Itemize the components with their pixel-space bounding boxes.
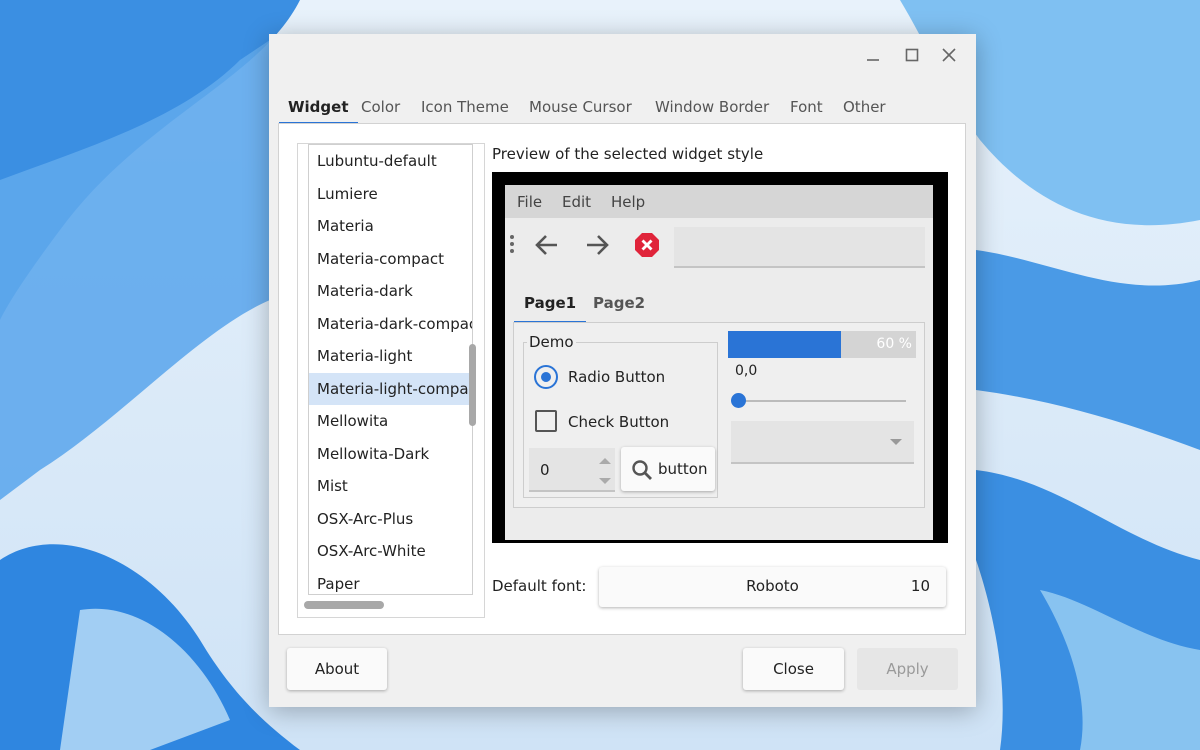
spin-box[interactable]: 0 (529, 448, 615, 492)
about-button[interactable]: About (287, 648, 387, 690)
apply-button[interactable]: Apply (857, 648, 958, 690)
tab-window-border[interactable]: Window Border (646, 94, 778, 124)
list-item-selected[interactable]: Materia-light-compact (309, 372, 472, 405)
groupbox-title: Demo (527, 333, 576, 351)
list-item[interactable]: OSX-Arc-Plus (309, 503, 472, 536)
tab-mouse-cursor[interactable]: Mouse Cursor (520, 94, 641, 124)
font-size: 10 (910, 577, 930, 595)
list-item[interactable]: Materia-compact (309, 243, 472, 276)
combo-box[interactable] (731, 421, 914, 464)
slider-handle[interactable] (731, 393, 746, 408)
tab-font[interactable]: Font (781, 94, 832, 124)
default-font-label: Default font: (492, 577, 587, 595)
list-item[interactable]: Mellowita-Dark (309, 438, 472, 471)
widget-tab-panel: Lubuntu-default Lumiere Materia Materia-… (278, 123, 966, 635)
default-font-button[interactable]: Roboto 10 (599, 567, 946, 607)
preview-button[interactable]: button (621, 447, 715, 491)
tab-page1[interactable]: Page1 (514, 292, 587, 323)
tab-icon-theme[interactable]: Icon Theme (412, 94, 518, 124)
appearance-settings-window: Widget Color Icon Theme Mouse Cursor Win… (269, 34, 976, 707)
toolbar-text-field[interactable] (674, 227, 925, 268)
list-item[interactable]: Lumiere (309, 178, 472, 211)
tab-page2[interactable]: Page2 (583, 292, 655, 323)
horizontal-scrollbar[interactable] (304, 601, 384, 609)
minimize-icon[interactable] (861, 44, 885, 66)
vertical-scrollbar[interactable] (469, 344, 476, 426)
theme-list-container: Lubuntu-default Lumiere Materia Materia-… (297, 143, 485, 618)
check-button-label[interactable]: Check Button (568, 413, 669, 431)
widget-theme-list[interactable]: Lubuntu-default Lumiere Materia Materia-… (308, 144, 473, 595)
close-icon[interactable] (937, 44, 961, 66)
font-name: Roboto (746, 577, 799, 595)
menu-file[interactable]: File (517, 193, 542, 211)
preview-frame: File Edit Help Page1 Page2 Demo Radio Bu… (492, 172, 948, 543)
list-item[interactable]: Materia (309, 210, 472, 243)
tab-color[interactable]: Color (352, 94, 409, 124)
close-button[interactable]: Close (743, 648, 844, 690)
slider-value-text: 0,0 (735, 363, 758, 379)
preview-menubar: File Edit Help (505, 185, 933, 218)
slider[interactable] (731, 393, 906, 408)
chevron-down-icon (890, 439, 902, 445)
list-item[interactable]: Materia-light (309, 340, 472, 373)
spin-down-icon[interactable] (599, 478, 611, 484)
spin-box-value: 0 (540, 461, 550, 479)
stop-icon[interactable] (634, 232, 660, 258)
check-button[interactable] (535, 410, 557, 432)
title-bar (269, 34, 976, 76)
progress-text: 60 % (876, 336, 912, 352)
list-item[interactable]: Mist (309, 470, 472, 503)
spin-up-icon[interactable] (599, 458, 611, 464)
list-item[interactable]: OSX-Arc-White (309, 535, 472, 568)
radio-button[interactable] (534, 365, 558, 389)
preview-tab-page: Demo Radio Button Check Button 0 button … (513, 322, 925, 508)
preview-label: Preview of the selected widget style (492, 145, 764, 163)
radio-button-label[interactable]: Radio Button (568, 368, 665, 386)
forward-arrow-icon[interactable] (584, 232, 610, 258)
tab-other[interactable]: Other (834, 94, 895, 124)
preview-toolbar (505, 218, 933, 272)
maximize-icon[interactable] (900, 44, 924, 66)
list-item[interactable]: Materia-dark (309, 275, 472, 308)
list-item[interactable]: Materia-dark-compact (309, 308, 472, 341)
progress-bar: 60 % (728, 331, 916, 358)
widget-preview: File Edit Help Page1 Page2 Demo Radio Bu… (505, 185, 933, 540)
list-item[interactable]: Lubuntu-default (309, 145, 472, 178)
search-icon (632, 460, 652, 480)
preview-button-label: button (658, 460, 708, 478)
back-arrow-icon[interactable] (534, 232, 560, 258)
menu-help[interactable]: Help (611, 193, 645, 211)
toolbar-handle-icon[interactable] (510, 235, 514, 256)
list-item[interactable]: Mellowita (309, 405, 472, 438)
demo-groupbox: Demo Radio Button Check Button 0 button (523, 333, 718, 498)
list-item[interactable]: Paper (309, 568, 472, 595)
tab-widget[interactable]: Widget (279, 94, 358, 124)
menu-edit[interactable]: Edit (562, 193, 591, 211)
